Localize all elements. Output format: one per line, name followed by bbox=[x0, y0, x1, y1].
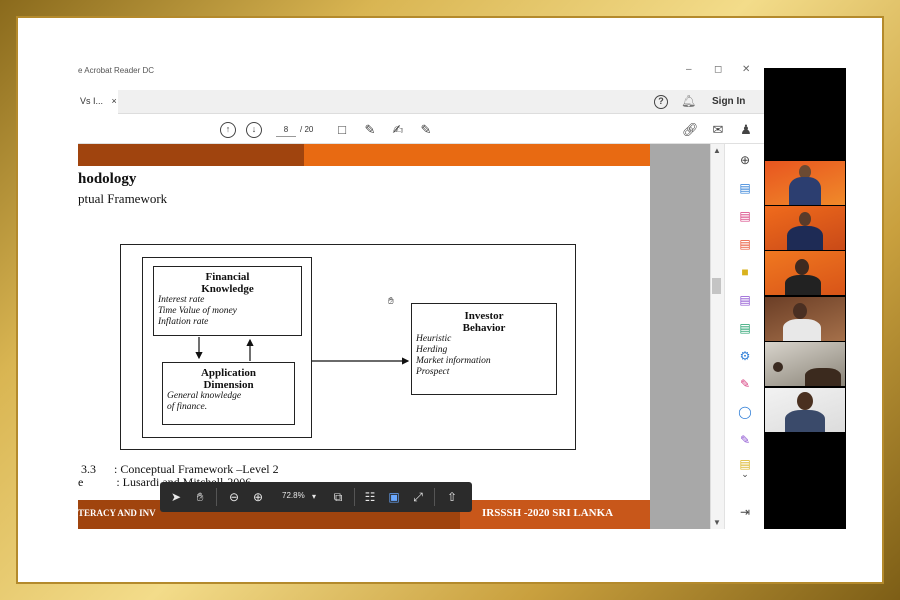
notification-bell-icon[interactable]: 🔔︎ bbox=[681, 94, 696, 108]
document-tab[interactable]: Vs I... × bbox=[78, 90, 118, 114]
vertical-scrollbar[interactable] bbox=[710, 144, 724, 529]
comment-icon[interactable]: □ bbox=[334, 122, 350, 138]
close-window-icon[interactable]: ✕ bbox=[742, 64, 750, 75]
tools-pane: ⊕ ▤ ▤ ▤ ■ ▤ ▤ ⚙ ✎ ◯ ✎ ▤ ⌄ ⇥ bbox=[724, 144, 764, 529]
zoom-dropdown-icon[interactable]: ▾ bbox=[306, 489, 322, 505]
email-icon[interactable]: ✉ bbox=[710, 122, 726, 138]
page-gutter bbox=[650, 144, 710, 529]
footer-right-text: IRSSSH -2020 SRI LANKA bbox=[482, 507, 614, 519]
add-user-icon[interactable]: ♟ bbox=[738, 122, 754, 138]
tab-close-icon[interactable]: × bbox=[112, 96, 117, 106]
sign-in-button[interactable]: Sign In bbox=[712, 96, 745, 107]
hand-cursor-icon: ✋︎ bbox=[388, 296, 394, 307]
fill-sign-icon[interactable]: ✎ bbox=[418, 122, 434, 138]
document-page: hodology ptual Framework Financial Knowl… bbox=[78, 144, 650, 529]
participant-video-3[interactable] bbox=[765, 251, 845, 295]
maximize-icon[interactable]: ◻ bbox=[714, 64, 722, 75]
participant-video-1[interactable] bbox=[765, 161, 845, 205]
title-bar: e Acrobat Reader DC – ◻ ✕ bbox=[78, 62, 764, 84]
footer-left-text: TERACY AND INV bbox=[78, 508, 156, 518]
scan-ocr-icon[interactable]: ⚙ bbox=[737, 348, 753, 364]
protect-icon[interactable]: ◯ bbox=[737, 404, 753, 420]
hand-tool-icon[interactable]: ✋︎ bbox=[192, 489, 208, 505]
financial-item: Time Value of money bbox=[158, 306, 237, 316]
fullscreen-icon[interactable]: ⤢ bbox=[410, 489, 426, 505]
minimize-icon[interactable]: – bbox=[686, 64, 692, 75]
participant-video-5[interactable] bbox=[765, 342, 845, 386]
investor-item: Herding bbox=[416, 345, 448, 355]
export-pdf-icon[interactable]: ▤ bbox=[737, 180, 753, 196]
window-title: e Acrobat Reader DC bbox=[78, 66, 155, 75]
zoom-out-icon[interactable]: ⊖ bbox=[226, 489, 242, 505]
fill-and-sign-icon[interactable]: ✎ bbox=[737, 376, 753, 392]
document-tab-label: Vs I... bbox=[80, 96, 104, 106]
participant-video-4[interactable] bbox=[765, 297, 845, 341]
main-toolbar: ↑ ↓ 8 / 20 □ ✎ ✍︎ ✎ 🔗︎ ✉ ♟ bbox=[78, 116, 764, 144]
financial-knowledge-box: Financial Knowledge Interest rate Time V… bbox=[153, 266, 302, 336]
select-cursor-icon[interactable]: ➤ bbox=[168, 489, 184, 505]
scroll-down-icon[interactable]: ▼ bbox=[713, 518, 721, 527]
highlight-pen-icon[interactable]: ✎ bbox=[362, 122, 378, 138]
application-item: General knowledge bbox=[167, 391, 242, 401]
zoom-in-icon[interactable]: ⊕ bbox=[250, 489, 266, 505]
next-page-icon[interactable]: ↓ bbox=[246, 122, 262, 138]
fit-width-icon[interactable]: ▣ bbox=[386, 489, 402, 505]
zoom-level[interactable]: 72.8% bbox=[282, 491, 305, 500]
floating-page-toolbar: ➤ ✋︎ ⊖ ⊕ 72.8% ▾ ⧉ ☷ ▣ ⤢ ⇧ bbox=[160, 482, 472, 512]
fit-page-icon[interactable]: ☷ bbox=[362, 489, 378, 505]
financial-knowledge-title: Financial Knowledge bbox=[201, 271, 254, 295]
edit-pdf-icon[interactable]: ▤ bbox=[737, 320, 753, 336]
draw-icon[interactable]: ✍︎ bbox=[390, 122, 406, 138]
slide-header-bar bbox=[78, 144, 650, 166]
combine-files-icon[interactable]: ▤ bbox=[737, 292, 753, 308]
create-pdf-icon[interactable]: ▤ bbox=[737, 236, 753, 252]
previous-page-icon[interactable]: ↑ bbox=[220, 122, 236, 138]
investor-behavior-box: Investor Behavior Heuristic Herding Mark… bbox=[411, 303, 557, 395]
send-for-signature-icon[interactable]: ✎ bbox=[737, 432, 753, 448]
participant-video-2[interactable] bbox=[765, 206, 845, 250]
application-dimension-box: Application Dimension General knowledge … bbox=[162, 362, 295, 425]
share-link-icon[interactable]: 🔗︎ bbox=[682, 122, 699, 138]
help-icon[interactable]: ? bbox=[654, 95, 668, 109]
investor-behavior-title: Investor Behavior bbox=[462, 310, 506, 334]
read-mode-icon[interactable]: ⇧ bbox=[444, 489, 460, 505]
page-number-input[interactable]: 8 bbox=[276, 123, 296, 137]
slide-heading: hodology bbox=[78, 171, 137, 187]
scroll-up-icon[interactable]: ▲ bbox=[713, 146, 721, 155]
collapse-pane-icon[interactable]: ⇥ bbox=[737, 504, 753, 520]
tab-bar: Vs I... × ? 🔔︎ Sign In bbox=[78, 90, 764, 114]
acrobat-window: e Acrobat Reader DC – ◻ ✕ Vs I... × ? 🔔︎… bbox=[78, 62, 846, 529]
participant-video-6[interactable] bbox=[765, 388, 845, 432]
financial-item: Interest rate bbox=[158, 295, 205, 305]
enhance-scan-icon[interactable]: ⊕ bbox=[737, 152, 753, 168]
page-layout-icon[interactable]: ⧉ bbox=[330, 489, 346, 505]
scroll-thumb[interactable] bbox=[712, 278, 721, 294]
comment-tool-icon[interactable]: ■ bbox=[737, 264, 753, 280]
application-dimension-title: Application Dimension bbox=[200, 367, 256, 391]
financial-item: Inflation rate bbox=[158, 317, 209, 327]
investor-item: Market information bbox=[416, 356, 491, 366]
organize-pages-icon[interactable]: ▤ bbox=[737, 208, 753, 224]
investor-item: Heuristic bbox=[416, 334, 452, 344]
investor-item: Prospect bbox=[416, 367, 450, 377]
video-participants-strip bbox=[764, 68, 846, 529]
expand-more-icon[interactable]: ⌄ bbox=[737, 466, 753, 482]
slide-subheading: ptual Framework bbox=[78, 191, 168, 206]
page-total: / 20 bbox=[300, 125, 314, 134]
application-item: of finance. bbox=[167, 402, 208, 412]
